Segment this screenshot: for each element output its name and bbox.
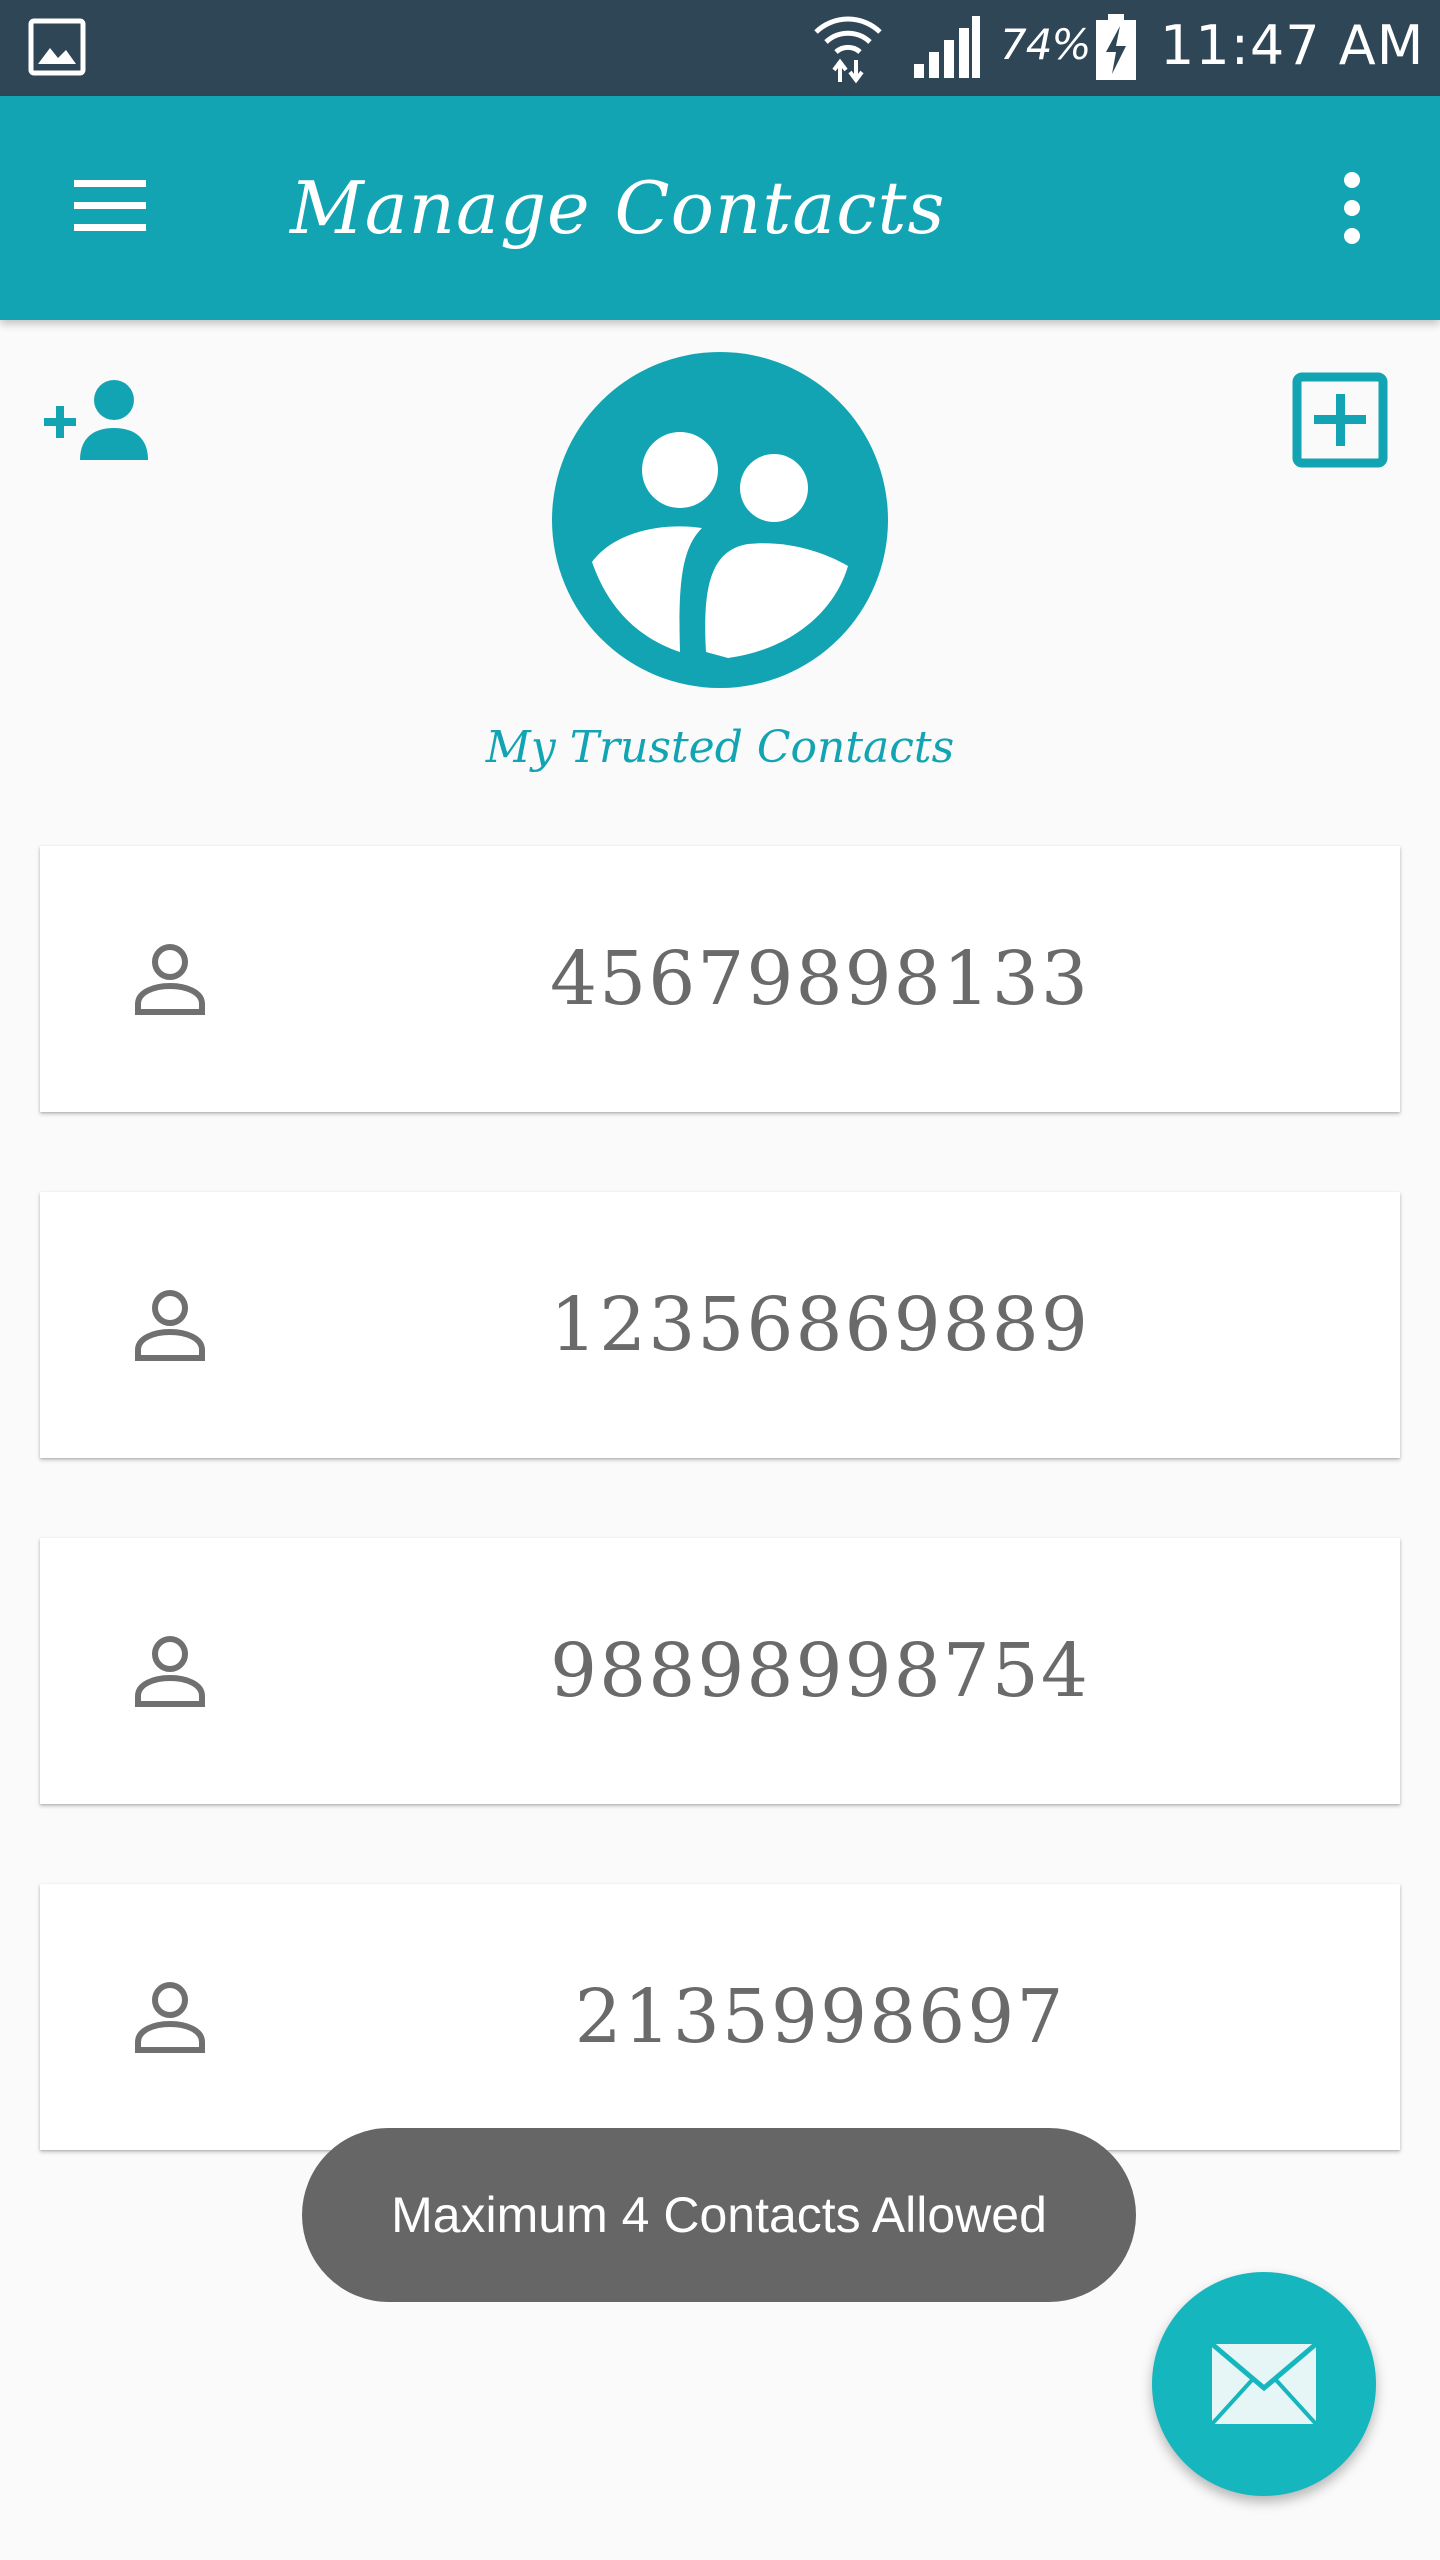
wifi-icon [814, 16, 882, 84]
contact-item[interactable]: 45679898133 [40, 846, 1400, 1112]
signal-icon [914, 16, 980, 78]
group-avatar-icon [552, 352, 888, 688]
page-title: Manage Contacts [290, 166, 946, 250]
mail-icon [1210, 2342, 1318, 2426]
send-message-button[interactable] [1152, 2272, 1376, 2496]
toast-message: Maximum 4 Contacts Allowed [302, 2128, 1136, 2302]
clock: 11:47 AM [1160, 14, 1425, 77]
contact-number: 2135998697 [574, 1974, 1066, 2060]
contact-number: 98898998754 [550, 1628, 1090, 1714]
person-icon [135, 1636, 205, 1707]
person-icon [135, 1290, 205, 1361]
add-person-icon[interactable] [40, 376, 160, 466]
person-icon [135, 944, 205, 1015]
contact-number: 12356869889 [550, 1282, 1090, 1368]
battery-percent: 74% [1000, 20, 1091, 69]
person-icon [135, 1982, 205, 2053]
menu-icon[interactable] [70, 176, 150, 236]
app-bar: Manage Contacts [0, 96, 1440, 320]
contact-number: 45679898133 [550, 936, 1090, 1022]
contact-item[interactable]: 2135998697 [40, 1884, 1400, 2150]
gallery-icon [28, 18, 86, 76]
contact-item[interactable]: 98898998754 [40, 1538, 1400, 1804]
more-vert-icon[interactable] [1330, 168, 1374, 248]
status-bar: 74% 11:47 AM [0, 0, 1440, 96]
trusted-contacts-caption: My Trusted Contacts [485, 722, 955, 773]
battery-charging-icon [1096, 14, 1136, 80]
contact-item[interactable]: 12356869889 [40, 1192, 1400, 1458]
add-box-icon[interactable] [1292, 372, 1388, 468]
